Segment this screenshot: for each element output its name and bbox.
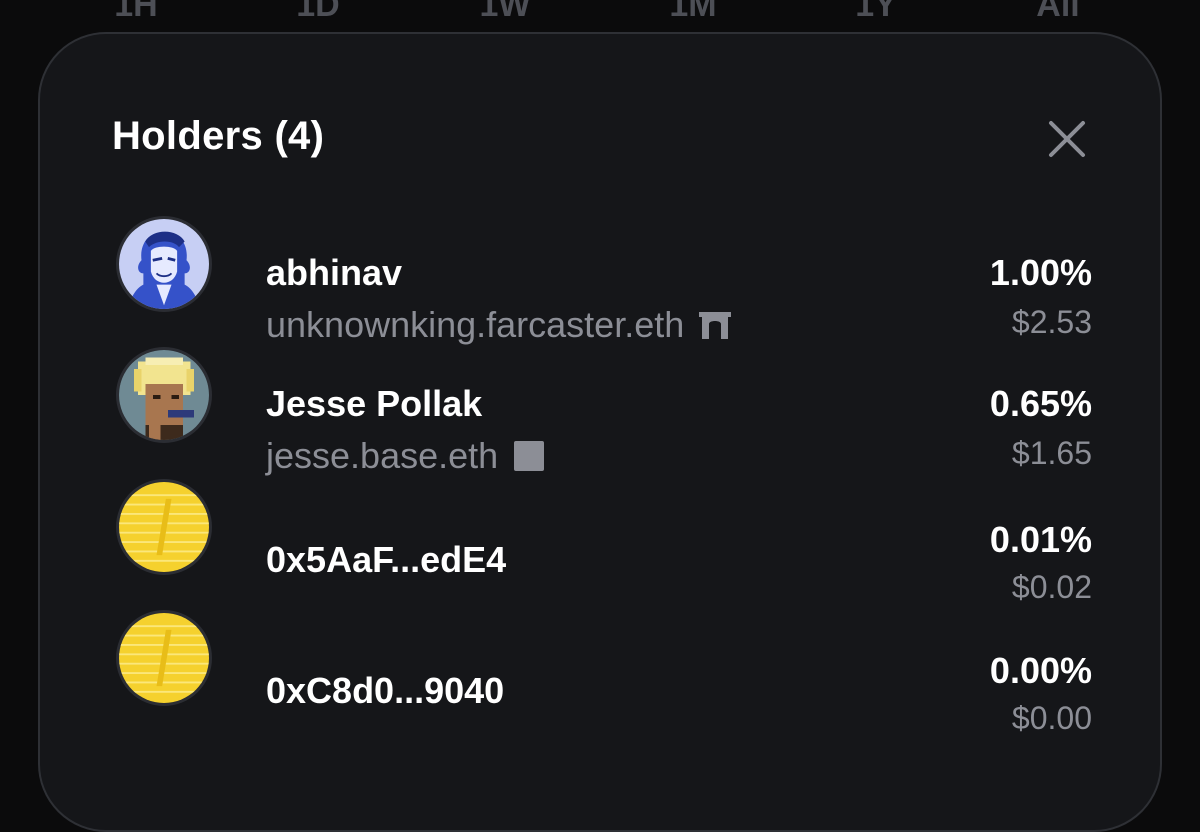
tab-1h[interactable]: 1H [114,0,157,25]
tab-1d[interactable]: 1D [296,0,339,25]
holder-percent: 0.65% [989,383,1092,424]
close-button[interactable] [1044,116,1090,162]
holder-subtitle: jesse.base.eth [266,435,546,477]
holder-handle: jesse.base.eth [266,435,499,476]
timeframe-tabs: 1H 1D 1W 1M 1Y All [0,0,1200,26]
holder-percent: 0.01% [989,519,1092,560]
gold-coin-avatar [119,613,209,703]
avatar [116,610,212,706]
holder-handle: unknownking.farcaster.eth [266,304,685,345]
holder-row[interactable]: abhinav unknownking.farcaster.eth 1.00% … [112,216,1092,345]
avatar [116,479,212,575]
modal-title: Holders (4) [112,114,325,158]
base-square-icon [514,441,545,471]
holder-address: 0x5AaF...edE4 [266,539,507,580]
holder-value: $2.53 [1011,304,1092,340]
holder-name: Jesse Pollak [266,383,483,424]
close-icon [1049,121,1085,157]
holder-row[interactable]: Jesse Pollak jesse.base.eth 0.65% $1.65 [112,347,1092,476]
avatar [116,347,212,443]
holder-value: $0.00 [1011,700,1092,736]
holder-row[interactable]: 0xC8d0...9040 0.00% $0.00 [112,610,1092,736]
holder-name: abhinav [266,252,403,293]
holders-modal: Holders (4) abhinav unknownking.farcaste… [38,32,1162,832]
tab-all[interactable]: All [1036,0,1079,25]
holder-value: $1.65 [1011,435,1092,471]
tab-1w[interactable]: 1W [480,0,531,25]
tab-1m[interactable]: 1M [669,0,716,25]
gold-coin-avatar [119,482,209,572]
holder-percent: 1.00% [989,252,1092,293]
farcaster-arch-icon [699,312,732,339]
holder-percent: 0.00% [989,650,1092,691]
holder-row[interactable]: 0x5AaF...edE4 0.01% $0.02 [112,479,1092,605]
avatar [116,216,212,312]
holder-address: 0xC8d0...9040 [266,670,505,711]
tab-1y[interactable]: 1Y [855,0,897,25]
holder-subtitle: unknownking.farcaster.eth [266,304,732,346]
pixel-punk-avatar [119,350,209,440]
illustrated-portrait-avatar [119,219,209,309]
holder-value: $0.02 [1011,569,1092,605]
